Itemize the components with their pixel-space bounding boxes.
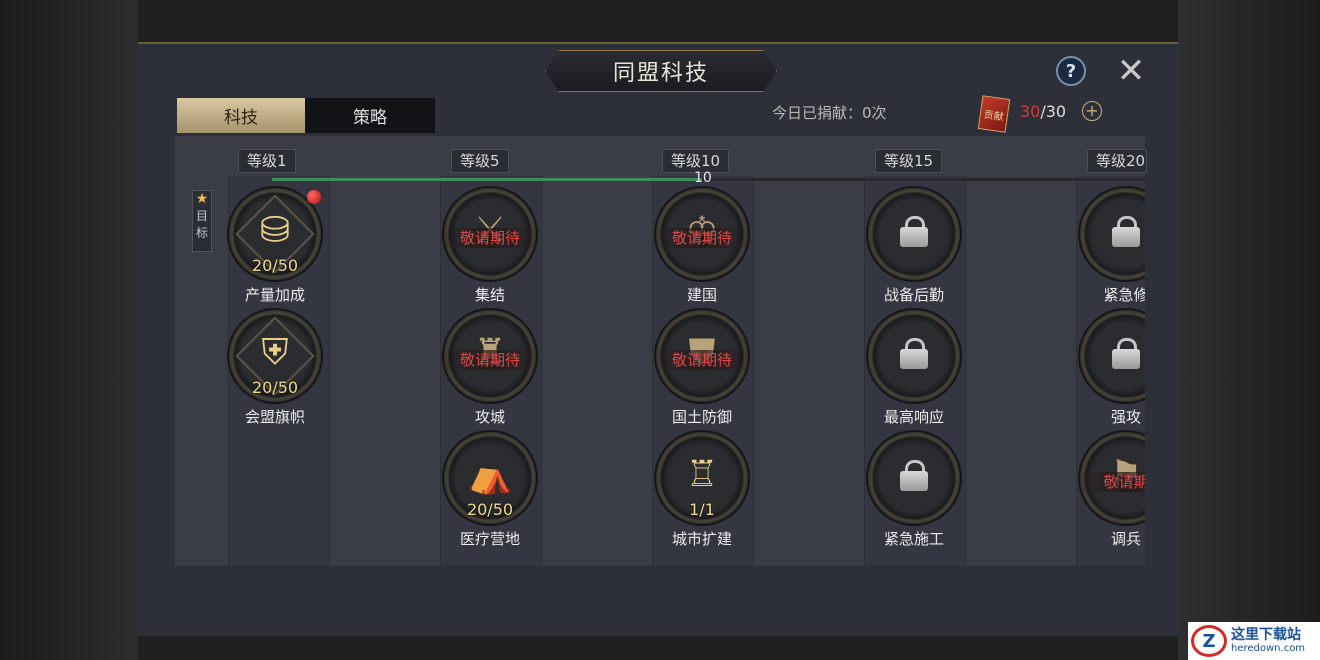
- tech-name: 建国: [686, 286, 717, 304]
- tech-node-siege[interactable]: ♜ 敬请期待 攻城: [440, 310, 540, 426]
- lock-icon: [1112, 338, 1140, 369]
- tech-name: 战备后勤: [883, 286, 944, 304]
- level-progress-fill: [272, 178, 702, 181]
- resource-crates-icon: ⛁: [259, 210, 291, 251]
- medical-tent-icon: ⛺: [467, 455, 513, 496]
- tech-node-alliance-banner[interactable]: ⛨ 20/50 会盟旗帜: [225, 310, 325, 426]
- tech-node-troop-deploy[interactable]: ⚑ 敬请期 调兵: [1076, 432, 1145, 548]
- level-header-5: 等级5: [451, 149, 509, 173]
- window-title: 同盟科技: [612, 61, 709, 86]
- target-marker[interactable]: ★ 目 标: [192, 190, 212, 252]
- tech-name: 集结: [474, 286, 505, 304]
- close-button[interactable]: ✕: [1114, 54, 1148, 88]
- coming-soon-label: 敬请期: [1076, 472, 1145, 492]
- tech-name: 紧急修: [1103, 286, 1145, 304]
- coming-soon-label: 敬请期待: [652, 228, 752, 248]
- tech-node-rally[interactable]: ⚔ 敬请期待 集结: [440, 188, 540, 304]
- tech-name: 调兵: [1110, 530, 1141, 548]
- target-label-1: 目: [195, 209, 208, 223]
- tech-node-production-boost[interactable]: ⛁ 20/50 产量加成: [225, 188, 325, 304]
- tech-name: 攻城: [474, 408, 505, 426]
- background-left: [0, 0, 138, 660]
- tech-node-highest-response[interactable]: 最高响应: [864, 310, 964, 426]
- watermark: Z 这里下载站 heredown.com: [1188, 622, 1320, 660]
- coming-soon-label: 敬请期待: [652, 350, 752, 370]
- daily-contribution-text: 今日已捐献：0次: [772, 104, 887, 122]
- column-5-clip: 紧急修 强攻 ⚑ 敬请期 调兵: [1070, 180, 1145, 570]
- tech-level: 20/50: [466, 500, 514, 519]
- castle-icon: ♖: [685, 454, 719, 495]
- tech-name: 最高响应: [883, 408, 944, 426]
- contribution-card-icon: 贡献: [977, 95, 1011, 133]
- lock-icon: [1112, 216, 1140, 247]
- tech-node-war-logistics[interactable]: 战备后勤: [864, 188, 964, 304]
- lock-icon: [900, 460, 928, 491]
- level-header-1: 等级1: [238, 149, 296, 173]
- level-header-15: 等级15: [875, 149, 943, 173]
- lock-icon: [900, 338, 928, 369]
- watermark-logo-icon: Z: [1191, 625, 1227, 657]
- tech-node-found-nation[interactable]: ♔ 敬请期待 建国: [652, 188, 752, 304]
- tech-node-medical-camp[interactable]: ⛺ 20/50 医疗营地: [440, 432, 540, 548]
- level-header-20: 等级20: [1087, 149, 1147, 173]
- tech-level: 20/50: [251, 378, 299, 397]
- tech-node-city-expansion[interactable]: ♖ 1/1 城市扩建: [652, 432, 752, 548]
- watermark-en: heredown.com: [1231, 643, 1306, 654]
- background-right: [1178, 0, 1320, 660]
- tech-name: 医疗营地: [459, 530, 520, 548]
- tab-strategy[interactable]: 策略: [305, 98, 435, 133]
- title-plate: 同盟科技: [545, 50, 777, 92]
- background-bottom: [138, 636, 1178, 660]
- tech-level: 1/1: [689, 500, 715, 519]
- tech-name: 强攻: [1110, 408, 1141, 426]
- contribution-count: 30/30: [1020, 102, 1066, 121]
- tech-node-emergency-repair[interactable]: 紧急修: [1076, 188, 1145, 304]
- tech-node-emergency-construction[interactable]: 紧急施工: [864, 432, 964, 548]
- tech-level: 20/50: [251, 256, 299, 275]
- notification-dot: [307, 190, 321, 204]
- tab-tech[interactable]: 科技: [177, 98, 305, 133]
- coming-soon-label: 敬请期待: [440, 228, 540, 248]
- tech-name: 国土防御: [671, 408, 732, 426]
- lock-icon: [900, 216, 928, 247]
- tech-name: 产量加成: [244, 286, 305, 304]
- contribution-current: 30: [1020, 102, 1041, 121]
- watermark-cn: 这里下载站: [1231, 627, 1301, 643]
- help-button[interactable]: ?: [1056, 56, 1086, 86]
- eagle-shield-icon: ⛨: [261, 332, 289, 373]
- tech-node-territory-defense[interactable]: ⛊ 敬请期待 国土防御: [652, 310, 752, 426]
- tech-name: 城市扩建: [671, 530, 732, 548]
- tech-node-assault[interactable]: 强攻: [1076, 310, 1145, 426]
- add-contribution-button[interactable]: +: [1082, 101, 1102, 121]
- star-icon: ★: [195, 191, 209, 207]
- tech-name: 会盟旗帜: [244, 408, 305, 426]
- tech-name: 紧急施工: [883, 530, 944, 548]
- target-label-2: 标: [195, 226, 208, 240]
- background-top: [138, 0, 1178, 42]
- contribution-max: /30: [1040, 102, 1067, 121]
- level-progress-label: 10: [694, 170, 712, 186]
- coming-soon-label: 敬请期待: [440, 350, 540, 370]
